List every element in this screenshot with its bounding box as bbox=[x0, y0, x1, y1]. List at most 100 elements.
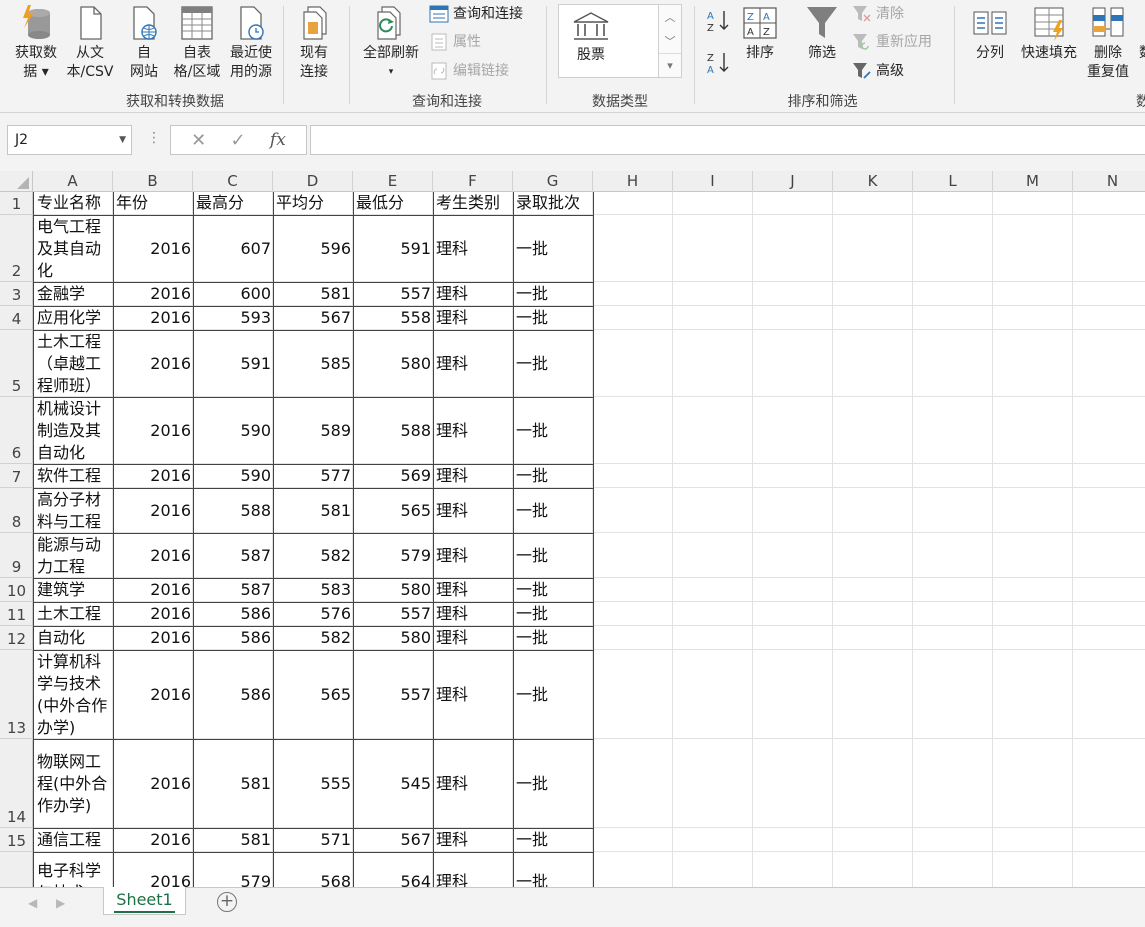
flash-fill-button[interactable]: 快速填充 bbox=[1016, 4, 1082, 63]
cell-A[interactable]: 建筑学 bbox=[33, 577, 114, 603]
row-header-10[interactable]: 10 bbox=[0, 578, 33, 602]
cell-G[interactable]: 一批 bbox=[513, 577, 594, 603]
cell-C[interactable]: 591 bbox=[193, 329, 274, 398]
cell-B[interactable]: 2016 bbox=[113, 601, 194, 627]
column-header-K[interactable]: K bbox=[833, 171, 913, 192]
prev-sheet-icon[interactable]: ◀ bbox=[28, 896, 37, 910]
cell-E[interactable]: 579 bbox=[353, 532, 434, 579]
column-header-I[interactable]: I bbox=[673, 171, 753, 192]
cell-C[interactable]: 586 bbox=[193, 625, 274, 651]
cell-A[interactable]: 专业名称 bbox=[33, 192, 114, 216]
row-header-2[interactable]: 2 bbox=[0, 215, 33, 282]
cell-G[interactable]: 一批 bbox=[513, 601, 594, 627]
column-header-F[interactable]: F bbox=[433, 171, 513, 192]
cell-C[interactable]: 593 bbox=[193, 305, 274, 331]
row-header-6[interactable]: 6 bbox=[0, 397, 33, 464]
column-header-M[interactable]: M bbox=[993, 171, 1073, 192]
select-all-corner[interactable] bbox=[0, 171, 33, 192]
cell-D[interactable]: 589 bbox=[273, 396, 354, 465]
cell-E[interactable]: 580 bbox=[353, 329, 434, 398]
cell-E[interactable]: 580 bbox=[353, 577, 434, 603]
refresh-all-button[interactable]: 全部刷新 ▾ bbox=[358, 4, 424, 82]
sort-descending-button[interactable]: Z A bbox=[706, 50, 732, 76]
cell-A[interactable]: 能源与动力工程 bbox=[33, 532, 114, 579]
remove-duplicates-button[interactable]: 删除 重复值 bbox=[1083, 4, 1133, 82]
cell-D[interactable]: 567 bbox=[273, 305, 354, 331]
cell-A[interactable]: 高分子材料与工程 bbox=[33, 487, 114, 534]
column-header-E[interactable]: E bbox=[353, 171, 433, 192]
cell-F[interactable]: 理科 bbox=[433, 463, 514, 489]
cell-E[interactable]: 557 bbox=[353, 649, 434, 740]
row-header-12[interactable]: 12 bbox=[0, 626, 33, 650]
cell-A[interactable]: 自动化 bbox=[33, 625, 114, 651]
properties-button[interactable]: 属性 bbox=[429, 32, 481, 52]
cell-D[interactable]: 565 bbox=[273, 649, 354, 740]
cell-F[interactable]: 理科 bbox=[433, 738, 514, 829]
row-header-13[interactable]: 13 bbox=[0, 650, 33, 739]
cell-G[interactable]: 一批 bbox=[513, 532, 594, 579]
cell-E[interactable]: 591 bbox=[353, 214, 434, 283]
cell-A[interactable]: 电子科学与技术 bbox=[33, 851, 114, 887]
cell-B[interactable]: 2016 bbox=[113, 281, 194, 307]
column-header-J[interactable]: J bbox=[753, 171, 833, 192]
cell-E[interactable]: 569 bbox=[353, 463, 434, 489]
cell-D[interactable]: 596 bbox=[273, 214, 354, 283]
row-header-8[interactable]: 8 bbox=[0, 488, 33, 533]
cell-G[interactable]: 一批 bbox=[513, 827, 594, 853]
cell-E[interactable]: 565 bbox=[353, 487, 434, 534]
cell-E[interactable]: 545 bbox=[353, 738, 434, 829]
cell-B[interactable]: 2016 bbox=[113, 214, 194, 283]
cell-D[interactable]: 581 bbox=[273, 281, 354, 307]
cell-B[interactable]: 2016 bbox=[113, 827, 194, 853]
advanced-filter-button[interactable]: 高级 bbox=[852, 61, 904, 81]
cell-D[interactable]: 571 bbox=[273, 827, 354, 853]
cell-E[interactable]: 567 bbox=[353, 827, 434, 853]
column-header-D[interactable]: D bbox=[273, 171, 353, 192]
cell-G[interactable]: 一批 bbox=[513, 214, 594, 283]
row-header-11[interactable]: 11 bbox=[0, 602, 33, 626]
cell-G[interactable]: 录取批次 bbox=[513, 192, 594, 216]
reapply-button[interactable]: 重新应用 bbox=[852, 32, 932, 52]
column-header-C[interactable]: C bbox=[193, 171, 273, 192]
chevron-down-icon[interactable]: ﹀ bbox=[659, 29, 681, 53]
cell-B[interactable]: 2016 bbox=[113, 577, 194, 603]
cell-B[interactable]: 2016 bbox=[113, 649, 194, 740]
cell-D[interactable]: 576 bbox=[273, 601, 354, 627]
edit-links-button[interactable]: 编辑链接 bbox=[429, 61, 509, 81]
cell-G[interactable]: 一批 bbox=[513, 305, 594, 331]
cell-C[interactable]: 587 bbox=[193, 532, 274, 579]
cell-A[interactable]: 通信工程 bbox=[33, 827, 114, 853]
text-to-columns-button[interactable]: 分列 bbox=[970, 4, 1010, 63]
gallery-more-icon[interactable]: ▾ bbox=[659, 53, 681, 77]
cell-A[interactable]: 电气工程及其自动化 bbox=[33, 214, 114, 283]
cancel-entry-icon[interactable]: ✕ bbox=[191, 130, 206, 151]
cell-A[interactable]: 机械设计制造及其自动化 bbox=[33, 396, 114, 465]
cell-E[interactable]: 588 bbox=[353, 396, 434, 465]
queries-connections-button[interactable]: 查询和连接 bbox=[429, 4, 523, 24]
cell-A[interactable]: 应用化学 bbox=[33, 305, 114, 331]
cell-G[interactable]: 一批 bbox=[513, 396, 594, 465]
sort-button[interactable]: Z A A Z 排序 bbox=[738, 4, 782, 63]
chevron-up-icon[interactable]: ︿ bbox=[659, 5, 681, 29]
cell-B[interactable]: 2016 bbox=[113, 487, 194, 534]
cell-F[interactable]: 理科 bbox=[433, 601, 514, 627]
data-validation-button-partial[interactable]: 数 bbox=[1136, 44, 1145, 63]
cell-C[interactable]: 590 bbox=[193, 396, 274, 465]
cell-E[interactable]: 557 bbox=[353, 281, 434, 307]
cell-B[interactable]: 2016 bbox=[113, 738, 194, 829]
cell-E[interactable]: 558 bbox=[353, 305, 434, 331]
cell-area[interactable]: 专业名称 年份 最高分 平均分 最低分 考生类别 录取批次 电气工程及其自动化 2016 607 5… bbox=[33, 192, 1145, 887]
filter-button[interactable]: 筛选 bbox=[800, 4, 844, 63]
cell-D[interactable]: 583 bbox=[273, 577, 354, 603]
cell-G[interactable]: 一批 bbox=[513, 738, 594, 829]
column-header-G[interactable]: G bbox=[513, 171, 593, 192]
next-sheet-icon[interactable]: ▶ bbox=[56, 896, 65, 910]
cell-D[interactable]: 585 bbox=[273, 329, 354, 398]
row-header-4[interactable]: 4 bbox=[0, 306, 33, 330]
cell-F[interactable]: 理科 bbox=[433, 305, 514, 331]
cell-C[interactable]: 588 bbox=[193, 487, 274, 534]
from-web-button[interactable]: 自 网站 bbox=[122, 4, 166, 82]
row-header-7[interactable]: 7 bbox=[0, 464, 33, 488]
get-data-button[interactable]: 获取数 据 ▾ bbox=[8, 4, 64, 82]
cell-D[interactable]: 582 bbox=[273, 532, 354, 579]
